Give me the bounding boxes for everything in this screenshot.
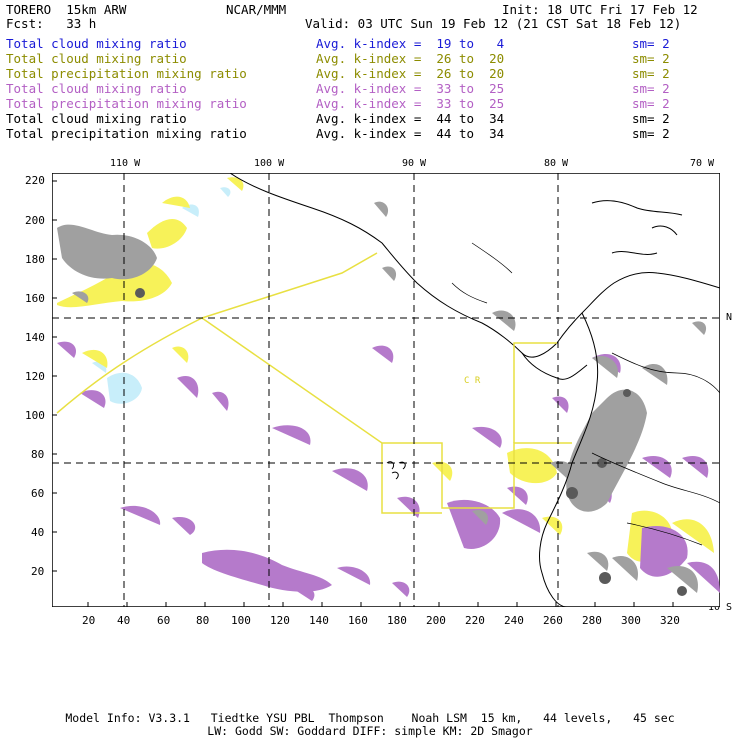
center-label: NCAR/MMM xyxy=(226,2,287,17)
legend-row: Total precipitation mixing ratio Avg. k-… xyxy=(6,96,736,111)
left-tick-label: 80 xyxy=(31,448,45,461)
model-info-line2: LW: Godd SW: Goddard DIFF: simple KM: 2D… xyxy=(207,724,533,738)
init-time: Init: 18 UTC Fri 17 Feb 12 xyxy=(502,2,698,17)
bottom-tick-label: 60 xyxy=(157,614,171,627)
lon-label: 70 W xyxy=(690,158,715,169)
left-tick-label: 40 xyxy=(31,526,45,539)
bottom-tick-label: 120 xyxy=(270,614,290,627)
legend-row: Total cloud mixing ratio Avg. k-index = … xyxy=(6,51,736,66)
bottom-tick-label: 100 xyxy=(231,614,251,627)
legend-field: Total cloud mixing ratio xyxy=(6,111,187,126)
legend-field: Total precipitation mixing ratio xyxy=(6,66,247,81)
legend-kindex: Avg. k-index = 19 to 4 xyxy=(316,36,505,51)
left-tick-label: 180 xyxy=(25,253,45,266)
bottom-tick-label: 160 xyxy=(348,614,368,627)
left-tick-label: 120 xyxy=(25,370,45,383)
legend-sm: sm= 2 xyxy=(632,66,670,81)
lon-label: 110 W xyxy=(110,158,141,169)
forecast-map: C R xyxy=(52,173,720,607)
bottom-tick-label: 200 xyxy=(426,614,446,627)
legend-sm: sm= 2 xyxy=(632,96,670,111)
bottom-tick-label: 280 xyxy=(582,614,602,627)
forecast-hour: Fcst: 33 h xyxy=(6,16,97,31)
region-label: C R xyxy=(464,376,481,386)
bottom-tick-label: 240 xyxy=(504,614,524,627)
legend-row: Total cloud mixing ratio Avg. k-index = … xyxy=(6,36,736,51)
left-tick-label: 140 xyxy=(25,331,45,344)
legend-kindex: Avg. k-index = 26 to 20 xyxy=(316,51,505,66)
lon-label: 80 W xyxy=(544,158,569,169)
lon-label: 90 W xyxy=(402,158,427,169)
bottom-tick-label: 180 xyxy=(387,614,407,627)
left-tick-label: 220 xyxy=(25,174,45,187)
legend-field: Total precipitation mixing ratio xyxy=(6,96,247,111)
bottom-tick-label: 140 xyxy=(309,614,329,627)
left-tick-label: 100 xyxy=(25,409,45,422)
legend-sm: sm= 2 xyxy=(632,36,670,51)
bottom-tick-label: 80 xyxy=(196,614,210,627)
bottom-tick-label: 220 xyxy=(465,614,485,627)
left-tick-label: 160 xyxy=(25,292,45,305)
legend-row: Total precipitation mixing ratio Avg. k-… xyxy=(6,66,736,81)
bottom-tick-label: 20 xyxy=(82,614,96,627)
legend-field: Total cloud mixing ratio xyxy=(6,36,187,51)
legend-field: Total cloud mixing ratio xyxy=(6,81,187,96)
bottom-tick-label: 300 xyxy=(621,614,641,627)
model-title: TORERO 15km ARW xyxy=(6,2,127,17)
legend-kindex: Avg. k-index = 26 to 20 xyxy=(316,66,505,81)
legend-sm: sm= 2 xyxy=(632,51,670,66)
legend-field: Total precipitation mixing ratio xyxy=(6,126,247,141)
legend-row: Total cloud mixing ratio Avg. k-index = … xyxy=(6,81,736,96)
left-tick-label: 20 xyxy=(31,565,45,578)
legend-row: Total cloud mixing ratio Avg. k-index = … xyxy=(6,111,736,126)
legend-sm: sm= 2 xyxy=(632,81,670,96)
legend-row: Total precipitation mixing ratio Avg. k-… xyxy=(6,126,736,141)
bottom-tick-label: 320 xyxy=(660,614,680,627)
valid-time: Valid: 03 UTC Sun 19 Feb 12 (21 CST Sat … xyxy=(305,16,682,31)
legend-sm: sm= 2 xyxy=(632,126,670,141)
legend-kindex: Avg. k-index = 33 to 25 xyxy=(316,96,505,111)
legend-kindex: Avg. k-index = 44 to 34 xyxy=(316,126,505,141)
legend-sm: sm= 2 xyxy=(632,111,670,126)
legend-kindex: Avg. k-index = 33 to 25 xyxy=(316,81,505,96)
legend-kindex: Avg. k-index = 44 to 34 xyxy=(316,111,505,126)
left-tick-label: 60 xyxy=(31,487,45,500)
lon-label: 100 W xyxy=(254,158,285,169)
left-tick-label: 200 xyxy=(25,214,45,227)
bottom-tick-label: 40 xyxy=(117,614,131,627)
bottom-tick-label: 260 xyxy=(543,614,563,627)
legend-field: Total cloud mixing ratio xyxy=(6,51,187,66)
